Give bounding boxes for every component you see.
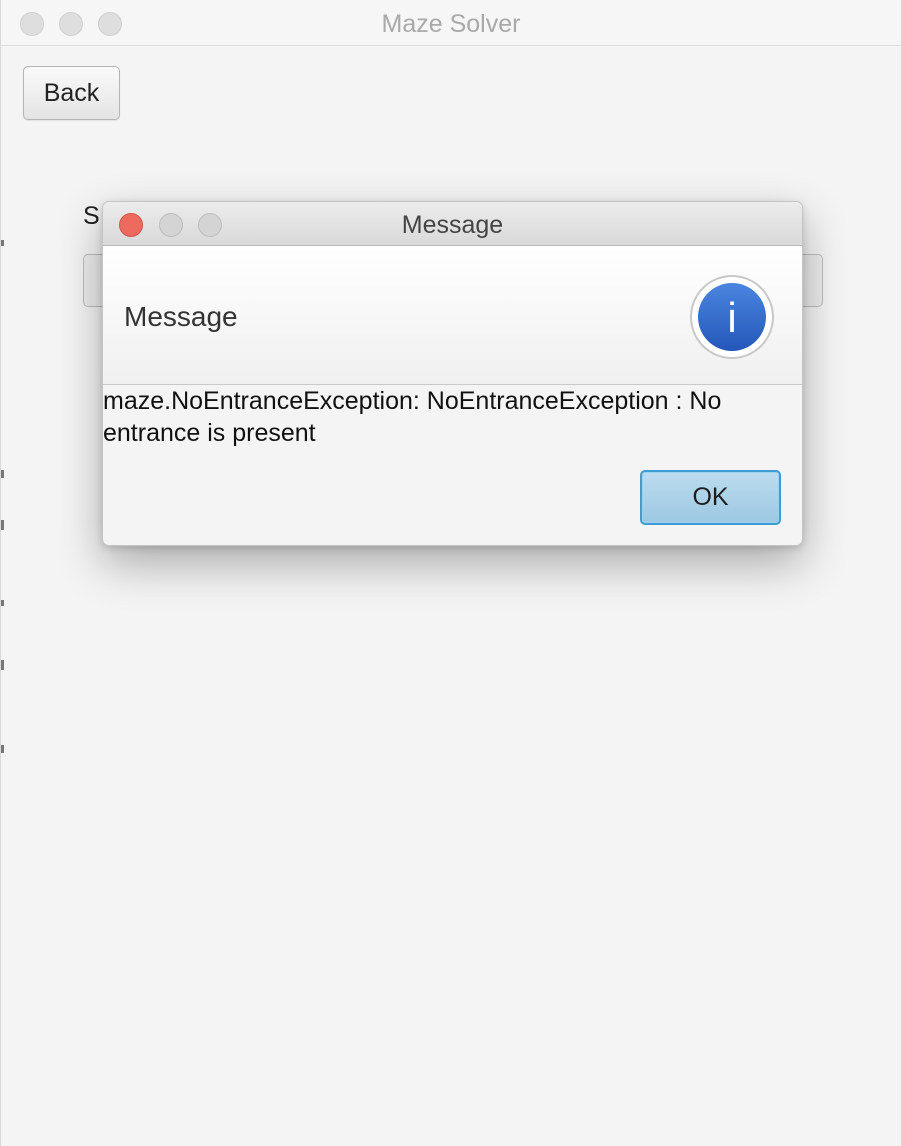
dialog-message-line1: maze.NoEntranceException: NoEntranceExce… <box>103 387 722 415</box>
edge-artifact <box>1 600 4 606</box>
dialog-message: maze.NoEntranceException: NoEntranceExce… <box>103 385 793 449</box>
dialog-message-line2: entrance is present <box>103 419 316 447</box>
edge-artifact <box>1 470 4 478</box>
dialog-title: Message <box>401 211 504 239</box>
dialog-titlebar: Message <box>103 202 802 246</box>
window-title: Maze Solver <box>381 10 521 38</box>
edge-artifact <box>1 745 4 753</box>
dialog-header: Message i <box>103 246 802 385</box>
message-dialog: Message Message i maze.NoEntranceExcepti… <box>102 201 803 546</box>
edge-artifact <box>1 520 4 530</box>
ok-button[interactable]: OK <box>640 470 781 525</box>
info-glyph: i <box>727 294 736 341</box>
main-window: Maze Solver Back S <box>0 0 902 1146</box>
edge-artifact <box>1 240 4 246</box>
back-button[interactable]: Back <box>23 66 120 120</box>
window-titlebar: Maze Solver <box>1 0 901 46</box>
info-icon: i <box>690 275 774 359</box>
dialog-header-text: Message <box>124 301 238 332</box>
occluded-label: S <box>83 202 100 230</box>
edge-artifact <box>1 660 4 670</box>
